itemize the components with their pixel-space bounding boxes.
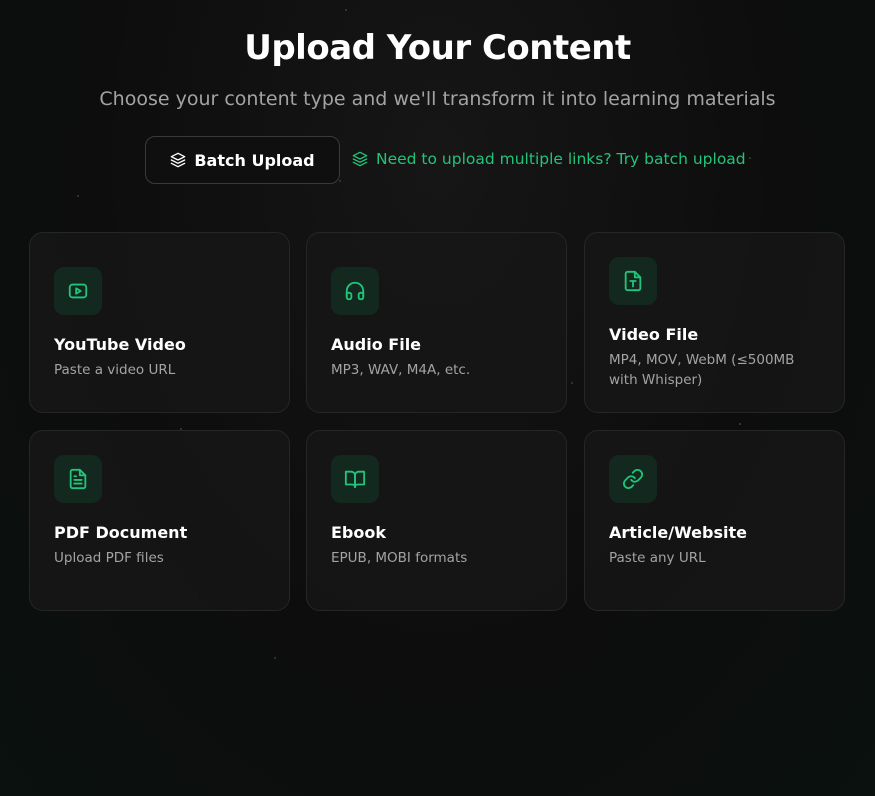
card-description: MP3, WAV, M4A, etc. — [331, 362, 471, 378]
card-title: Audio File — [331, 335, 422, 354]
play-icon — [54, 267, 102, 315]
card-description: Paste a video URL — [54, 362, 176, 378]
card-description: EPUB, MOBI formats — [331, 550, 468, 566]
card-title: Ebook — [331, 523, 387, 542]
content-type-card-video-file[interactable]: Video File MP4, MOV, WebM (≤500MB with W… — [584, 232, 845, 413]
particle — [739, 423, 741, 425]
page-title: Upload Your Content — [244, 28, 631, 68]
batch-upload-hint-link[interactable]: Need to upload multiple links? Try batch… — [352, 150, 746, 168]
card-description: MP4, MOV, WebM (≤500MB with Whisper) — [609, 352, 795, 388]
card-description: Paste any URL — [609, 550, 706, 566]
document-icon — [54, 455, 102, 503]
content-type-card-article[interactable]: Article/Website Paste any URL — [584, 430, 845, 611]
headphones-icon — [331, 267, 379, 315]
card-title: PDF Document — [54, 523, 188, 542]
particle — [749, 157, 751, 159]
content-type-card-youtube[interactable]: YouTube Video Paste a video URL — [29, 232, 290, 413]
content-type-card-pdf[interactable]: PDF Document Upload PDF files — [29, 430, 290, 611]
particle — [571, 382, 573, 384]
particle — [274, 657, 276, 659]
layers-icon — [352, 151, 368, 167]
text-file-icon — [609, 257, 657, 305]
card-title: Article/Website — [609, 523, 747, 542]
content-type-card-audio[interactable]: Audio File MP3, WAV, M4A, etc. — [306, 232, 567, 413]
batch-upload-label: Batch Upload — [194, 150, 315, 170]
particle — [345, 9, 347, 11]
batch-upload-button[interactable]: Batch Upload — [145, 136, 340, 184]
batch-upload-hint-text: Need to upload multiple links? Try batch… — [376, 150, 746, 168]
particle — [339, 180, 341, 182]
page-subtitle: Choose your content type and we'll trans… — [99, 88, 776, 110]
card-description: Upload PDF files — [54, 550, 164, 566]
book-icon — [331, 455, 379, 503]
card-title: Video File — [609, 325, 699, 344]
card-title: YouTube Video — [54, 335, 186, 354]
content-type-card-ebook[interactable]: Ebook EPUB, MOBI formats — [306, 430, 567, 611]
layers-icon — [170, 152, 186, 168]
particle — [77, 195, 79, 197]
link-icon — [609, 455, 657, 503]
